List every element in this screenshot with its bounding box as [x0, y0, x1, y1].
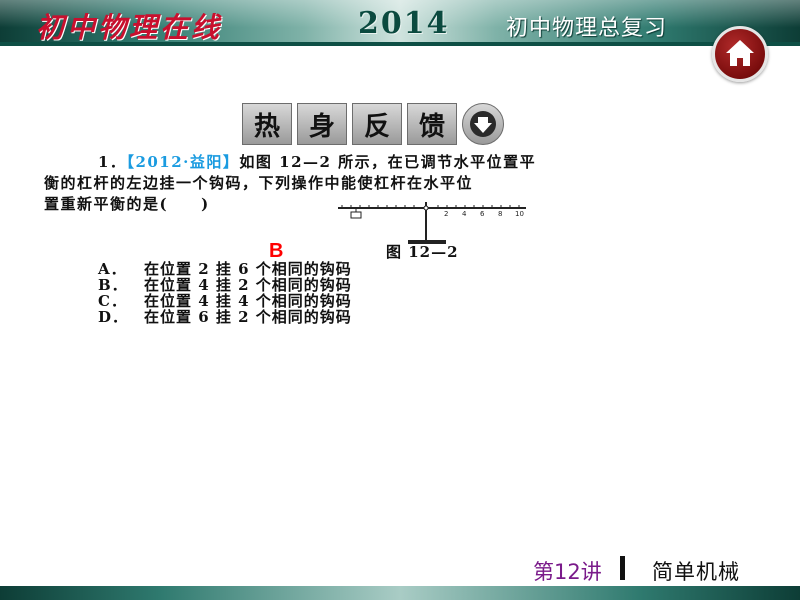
question-number: 1． [98, 153, 127, 171]
chapter-label: 第12讲 [533, 560, 602, 584]
arrow-down-circle-icon [470, 111, 496, 137]
option-c[interactable]: C． 在位置 4 挂 4 个相同的钩码 [98, 293, 352, 309]
option-text: 在位置 6 挂 2 个相同的钩码 [144, 308, 352, 326]
question-line-1: 1．【2012·益阳】如图 12—2 所示，在已调节水平位置平 [98, 152, 770, 173]
brand-title: 初中物理在线 [36, 11, 223, 44]
tick-label: 6 [480, 210, 485, 218]
question-line-2: 衡的杠杆的左边挂一个钩码，下列操作中能使杠杆在水平位 [44, 174, 474, 192]
option-key: C． [98, 292, 127, 310]
option-key: D． [98, 308, 129, 326]
year-label: 2014 [358, 6, 450, 41]
tick-label: 4 [462, 210, 467, 218]
tick-label: 10 [515, 210, 524, 218]
banner-char: 反 [352, 103, 402, 145]
banner-char: 热 [242, 103, 292, 145]
header-bar: 初中物理在线 2014 初中物理总复习 [0, 0, 800, 46]
banner-char: 身 [297, 103, 347, 145]
tick-label: 8 [498, 210, 502, 218]
section-banner: 热 身 反 馈 [242, 103, 504, 145]
banner-char: 馈 [407, 103, 457, 145]
options-list: A． 在位置 2 挂 6 个相同的钩码 B． 在位置 4 挂 2 个相同的钩码 C．… [98, 261, 352, 325]
footer-divider [620, 556, 625, 580]
pivot [423, 205, 429, 211]
expand-down-button[interactable] [462, 103, 504, 145]
tick-label: 2 [444, 210, 448, 218]
home-icon [726, 40, 754, 66]
option-d[interactable]: D． 在位置 6 挂 2 个相同的钩码 [98, 309, 352, 325]
footer-bar [0, 586, 800, 600]
figure-caption: 图 12—2 [386, 243, 459, 261]
option-b[interactable]: B． 在位置 4 挂 2 个相同的钩码 [98, 277, 352, 293]
hook-weight [350, 211, 362, 219]
home-button[interactable] [712, 26, 768, 82]
option-key: A． [98, 260, 127, 278]
course-subtitle: 初中物理总复习 [506, 16, 668, 41]
question-source: 【2012·益阳】 [126, 153, 240, 171]
topic-label: 简单机械 [652, 560, 740, 584]
question-line-1-text: 如图 12—2 所示，在已调节水平位置平 [239, 153, 537, 171]
option-a[interactable]: A． 在位置 2 挂 6 个相同的钩码 [98, 261, 352, 277]
option-key: B． [98, 276, 128, 294]
